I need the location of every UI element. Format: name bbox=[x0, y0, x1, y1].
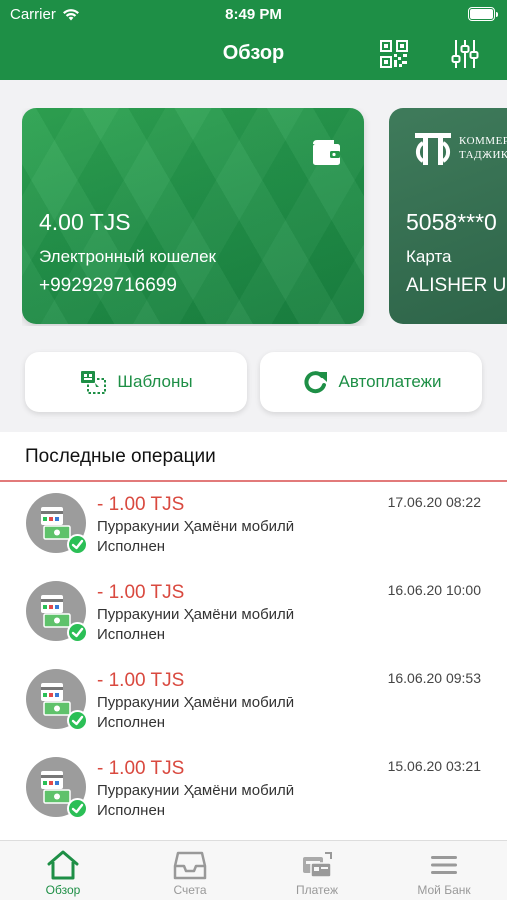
operation-icon bbox=[26, 757, 88, 819]
operations-title: Последные операции bbox=[25, 446, 216, 467]
divider bbox=[0, 480, 507, 482]
menu-icon bbox=[431, 856, 457, 874]
settings-sliders-icon[interactable] bbox=[450, 38, 480, 70]
operation-status: Исполнен bbox=[97, 538, 166, 555]
operation-item[interactable]: - 1.00 TJS Пурракунии Ҳамёни мобилӣ Испо… bbox=[0, 757, 507, 845]
wallet-phone: +992929716699 bbox=[39, 275, 177, 296]
wallet-type: Электронный кошелек bbox=[39, 247, 216, 266]
operation-item[interactable]: - 1.00 TJS Пурракунии Ҳамёни мобилӣ Испо… bbox=[0, 581, 507, 669]
page-title: Обзор bbox=[222, 42, 285, 64]
wallet-balance: 4.00 TJS bbox=[39, 209, 131, 235]
operation-status: Исполнен bbox=[97, 714, 166, 731]
battery-icon bbox=[468, 7, 498, 21]
templates-icon bbox=[81, 371, 107, 394]
bank-name-line2: ТАДЖИКИ bbox=[459, 149, 507, 161]
autopay-label: Автоплатежи bbox=[338, 372, 442, 391]
nav-bar: Обзор bbox=[0, 30, 507, 80]
bank-name: КОММЕРЧ ТАДЖИКИ bbox=[459, 134, 507, 162]
tab-bar: Обзор Счета Платеж Мой Банк bbox=[0, 840, 507, 900]
wallet-card[interactable]: 4.00 TJS Электронный кошелек +9929297166… bbox=[22, 108, 364, 324]
tab-accounts-label: Счета bbox=[173, 883, 207, 897]
card-type: Карта bbox=[406, 247, 452, 266]
payment-icon bbox=[303, 852, 332, 878]
qr-code-icon[interactable] bbox=[380, 40, 408, 68]
operation-date: 16.06.20 10:00 bbox=[387, 582, 481, 598]
refresh-icon bbox=[303, 371, 327, 394]
tab-payment-label: Платеж bbox=[296, 883, 338, 897]
tab-overview-label: Обзор bbox=[45, 883, 81, 897]
card-number: 5058***0 bbox=[406, 209, 497, 235]
operation-status: Исполнен bbox=[97, 802, 166, 819]
operation-amount: - 1.00 TJS bbox=[97, 494, 185, 515]
success-check-icon bbox=[67, 534, 88, 555]
bank-name-line1: КОММЕРЧ bbox=[459, 135, 507, 147]
operation-amount: - 1.00 TJS bbox=[97, 670, 185, 691]
tab-accounts[interactable]: Счета bbox=[127, 841, 253, 900]
inbox-icon bbox=[173, 851, 207, 880]
status-bar: Carrier 8:49 PM bbox=[0, 0, 507, 30]
quick-actions: Шаблоны Автоплатежи bbox=[0, 352, 507, 414]
success-check-icon bbox=[67, 798, 88, 819]
card-holder: ALISHER US bbox=[406, 275, 507, 296]
operation-icon bbox=[26, 669, 88, 731]
home-icon bbox=[47, 850, 79, 880]
operation-description: Пурракунии Ҳамёни мобилӣ bbox=[97, 518, 295, 535]
tab-payment[interactable]: Платеж bbox=[254, 841, 380, 900]
tab-overview[interactable]: Обзор bbox=[0, 841, 126, 900]
operation-amount: - 1.00 TJS bbox=[97, 758, 185, 779]
operation-item[interactable]: - 1.00 TJS Пурракунии Ҳамёни мобилӣ Испо… bbox=[0, 493, 507, 581]
operation-icon bbox=[26, 493, 88, 555]
autopay-button[interactable]: Автоплатежи bbox=[260, 352, 482, 412]
tab-my-bank[interactable]: Мой Банк bbox=[381, 841, 507, 900]
success-check-icon bbox=[67, 622, 88, 643]
success-check-icon bbox=[67, 710, 88, 731]
operation-item[interactable]: - 1.00 TJS Пурракунии Ҳамёни мобилӣ Испо… bbox=[0, 669, 507, 757]
operation-date: 17.06.20 08:22 bbox=[387, 494, 481, 510]
recent-operations: Последные операции - 1.00 TJS Пурракунии… bbox=[0, 432, 507, 840]
operation-description: Пурракунии Ҳамёни мобилӣ bbox=[97, 782, 295, 799]
operation-description: Пурракунии Ҳамёни мобилӣ bbox=[97, 694, 295, 711]
operation-icon bbox=[26, 581, 88, 643]
clock: 8:49 PM bbox=[225, 6, 282, 23]
operation-description: Пурракунии Ҳамёни мобилӣ bbox=[97, 606, 295, 623]
operation-date: 15.06.20 03:21 bbox=[387, 758, 481, 774]
bank-logo bbox=[415, 133, 451, 165]
wallet-icon bbox=[313, 140, 340, 165]
operation-date: 16.06.20 09:53 bbox=[387, 670, 481, 686]
cards-carousel[interactable]: 4.00 TJS Электронный кошелек +9929297166… bbox=[22, 108, 507, 326]
tab-my-bank-label: Мой Банк bbox=[417, 883, 471, 897]
operation-status: Исполнен bbox=[97, 626, 166, 643]
templates-button[interactable]: Шаблоны bbox=[25, 352, 247, 412]
operation-amount: - 1.00 TJS bbox=[97, 582, 185, 603]
bank-card[interactable]: КОММЕРЧ ТАДЖИКИ 5058***0 Карта ALISHER U… bbox=[389, 108, 507, 324]
templates-label: Шаблоны bbox=[117, 372, 193, 391]
